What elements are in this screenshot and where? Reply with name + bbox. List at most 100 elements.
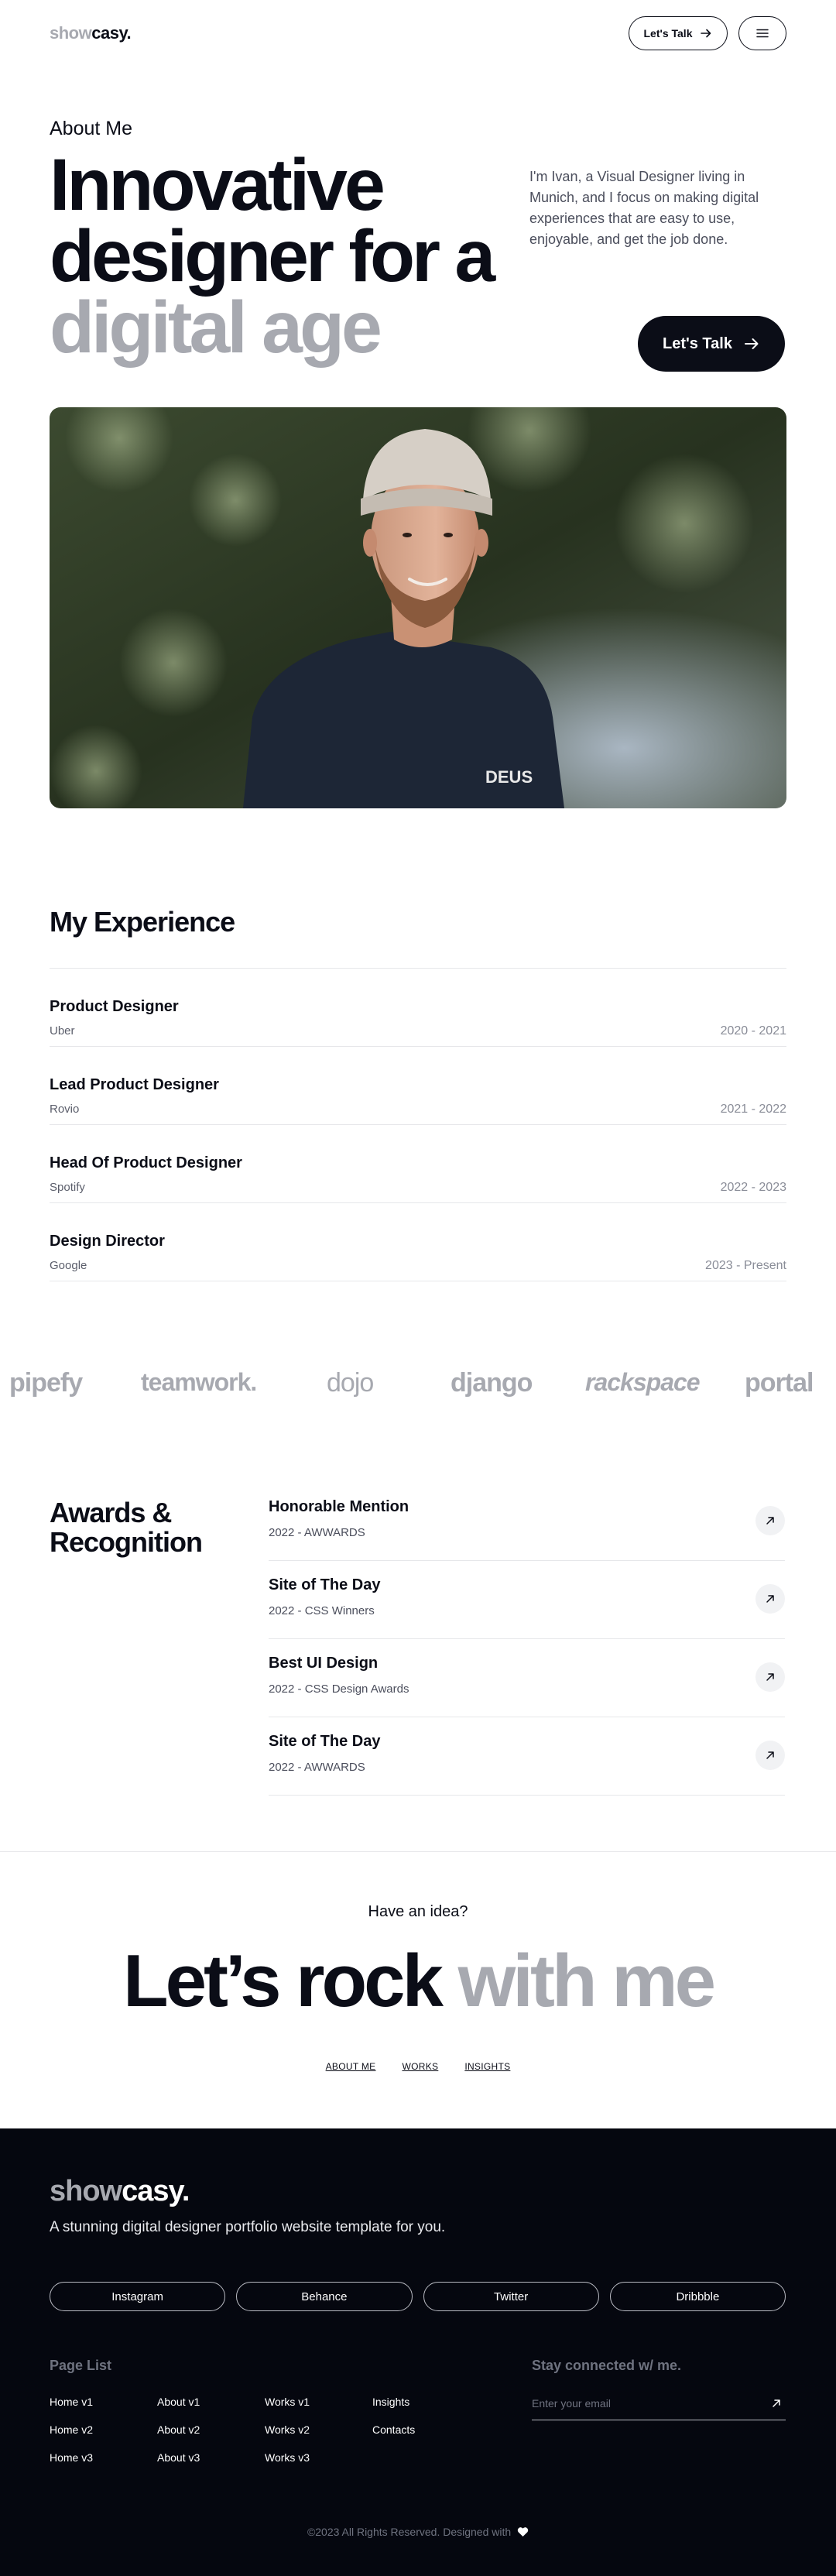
site-header: showcasy. Let's Talk (0, 0, 836, 67)
experience-item: Product Designer Uber 2020 - 2021 (50, 969, 786, 1047)
experience-role: Head Of Product Designer (50, 1154, 242, 1171)
footer-link-home-v1[interactable]: Home v1 (50, 2396, 157, 2423)
page-list-column: Insights Contacts (372, 2396, 480, 2479)
footer-link-about-v2[interactable]: About v2 (157, 2423, 265, 2451)
award-item[interactable]: Site of The Day 2022 - AWWARDS (269, 1717, 785, 1796)
cta-section: Have an idea? Let’s rock with me ABOUT M… (0, 1851, 836, 2128)
social-twitter-button[interactable]: Twitter (423, 2282, 599, 2311)
page-list-column: About v1 About v2 About v3 (157, 2396, 265, 2479)
footer-tagline: A stunning digital designer portfolio we… (50, 2219, 446, 2235)
footer-logo[interactable]: showcasy. (50, 2175, 190, 2208)
cta-link-works[interactable]: WORKS (402, 2061, 438, 2072)
hero-eyebrow: About Me (50, 118, 133, 139)
award-name: Site of The Day (269, 1576, 381, 1593)
experience-item: Head Of Product Designer Spotify 2022 - … (50, 1125, 786, 1203)
cta-title-dark: Let’s rock (123, 1940, 444, 2022)
footer-logo-light-part: show (50, 2175, 122, 2207)
footer-link-home-v3[interactable]: Home v3 (50, 2451, 157, 2479)
footer-link-insights[interactable]: Insights (372, 2396, 480, 2423)
experience-company: Google (50, 1259, 87, 1272)
arrow-up-right-icon (766, 1517, 774, 1525)
awards-list: Honorable Mention 2022 - AWWARDS Site of… (269, 1483, 785, 1796)
award-name: Best UI Design (269, 1655, 379, 1672)
awards-title-line-2: Recognition (50, 1526, 203, 1558)
hero-lets-talk-label: Let's Talk (663, 334, 732, 352)
portrait-photo: DEUS (50, 407, 786, 808)
experience-years: 2020 - 2021 (720, 1024, 786, 1038)
experience-title: My Experience (50, 906, 235, 938)
hero-section: About Me Innovative designer for a digit… (0, 67, 836, 407)
award-link-button[interactable] (755, 1741, 785, 1770)
footer-link-works-v1[interactable]: Works v1 (265, 2396, 372, 2423)
menu-button[interactable] (738, 16, 786, 50)
award-item[interactable]: Site of The Day 2022 - CSS Winners (269, 1561, 785, 1639)
experience-years: 2022 - 2023 (720, 1181, 786, 1194)
award-link-button[interactable] (755, 1506, 785, 1535)
arrow-up-right-icon (766, 1673, 774, 1681)
arrow-right-icon (701, 29, 711, 38)
page-list-heading: Page List (50, 2358, 112, 2373)
hero-title: Innovative designer for a digital age (50, 149, 529, 369)
experience-company: Spotify (50, 1181, 85, 1194)
experience-years: 2023 - Present (705, 1259, 786, 1272)
cta-links: ABOUT ME WORKS INSIGHTS (0, 2061, 836, 2072)
cta-title-grey: with me (457, 1940, 716, 2022)
experience-role: Lead Product Designer (50, 1076, 219, 1093)
hero-lets-talk-button[interactable]: Let's Talk (638, 316, 785, 372)
pipefy-logo: pipefy (9, 1368, 83, 1398)
award-meta: 2022 - CSS Design Awards (269, 1682, 409, 1696)
header-lets-talk-button[interactable]: Let's Talk (629, 16, 728, 50)
award-meta: 2022 - AWWARDS (269, 1761, 365, 1774)
rackspace-logo: rackspace (585, 1368, 701, 1396)
experience-item: Design Director Google 2023 - Present (50, 1203, 786, 1281)
award-item[interactable]: Honorable Mention 2022 - AWWARDS (269, 1483, 785, 1561)
menu-icon (756, 29, 769, 38)
email-input[interactable] (532, 2388, 756, 2419)
cta-title: Let’s rock with me (0, 1939, 836, 2024)
award-link-button[interactable] (755, 1662, 785, 1692)
newsletter-heading: Stay connected w/ me. (532, 2358, 682, 2373)
award-link-button[interactable] (755, 1584, 785, 1614)
social-instagram-button[interactable]: Instagram (50, 2282, 226, 2311)
award-name: Honorable Mention (269, 1498, 409, 1515)
hero-title-line-3: digital age (50, 286, 382, 369)
newsletter-form (532, 2388, 786, 2420)
client-logos: pipefy teamwork. dojo django rackspace p… (0, 1281, 836, 1483)
logo[interactable]: showcasy. (50, 23, 132, 43)
arrow-right-icon (744, 338, 759, 349)
award-item[interactable]: Best UI Design 2022 - CSS Design Awards (269, 1639, 785, 1717)
awards-title-line-1: Awards & (50, 1497, 172, 1528)
social-behance-button[interactable]: Behance (236, 2282, 413, 2311)
footer-link-home-v2[interactable]: Home v2 (50, 2423, 157, 2451)
cta-link-about-me[interactable]: ABOUT ME (326, 2061, 376, 2072)
hero-description: I'm Ivan, a Visual Designer living in Mu… (529, 169, 759, 247)
footer-link-about-v3[interactable]: About v3 (157, 2451, 265, 2479)
dojo-logo: dojo (327, 1368, 374, 1398)
copyright: ©2023 All Rights Reserved. Designed with (0, 2526, 836, 2538)
cta-link-insights[interactable]: INSIGHTS (464, 2061, 510, 2072)
portrait-illustration: DEUS (50, 407, 786, 808)
page-list: Home v1 Home v2 Home v3 About v1 About v… (50, 2396, 480, 2479)
experience-list: Product Designer Uber 2020 - 2021 Lead P… (50, 968, 786, 1281)
teamwork-logo: teamwork. (141, 1368, 257, 1396)
experience-company: Uber (50, 1024, 75, 1038)
footer-link-contacts[interactable]: Contacts (372, 2423, 480, 2451)
portal-logo: portal (745, 1368, 814, 1398)
social-dribbble-button[interactable]: Dribbble (609, 2282, 786, 2311)
footer-link-about-v1[interactable]: About v1 (157, 2396, 265, 2423)
award-meta: 2022 - AWWARDS (269, 1526, 365, 1539)
django-logo: django (451, 1368, 533, 1398)
footer-link-works-v2[interactable]: Works v2 (265, 2423, 372, 2451)
awards-title: Awards & Recognition (50, 1498, 220, 1557)
shirt-print: DEUS (485, 767, 533, 787)
experience-item: Lead Product Designer Rovio 2021 - 2022 (50, 1047, 786, 1125)
site-footer: showcasy. A stunning digital designer po… (0, 2128, 836, 2576)
footer-link-works-v3[interactable]: Works v3 (265, 2451, 372, 2479)
experience-role: Design Director (50, 1233, 165, 1250)
logo-light-part: show (50, 23, 92, 43)
experience-company: Rovio (50, 1103, 80, 1116)
social-links: Instagram Behance Twitter Dribbble (50, 2282, 786, 2311)
page-list-column: Home v1 Home v2 Home v3 (50, 2396, 157, 2479)
copyright-text: ©2023 All Rights Reserved. Designed with (307, 2526, 512, 2538)
newsletter-submit-button[interactable] (767, 2394, 786, 2413)
